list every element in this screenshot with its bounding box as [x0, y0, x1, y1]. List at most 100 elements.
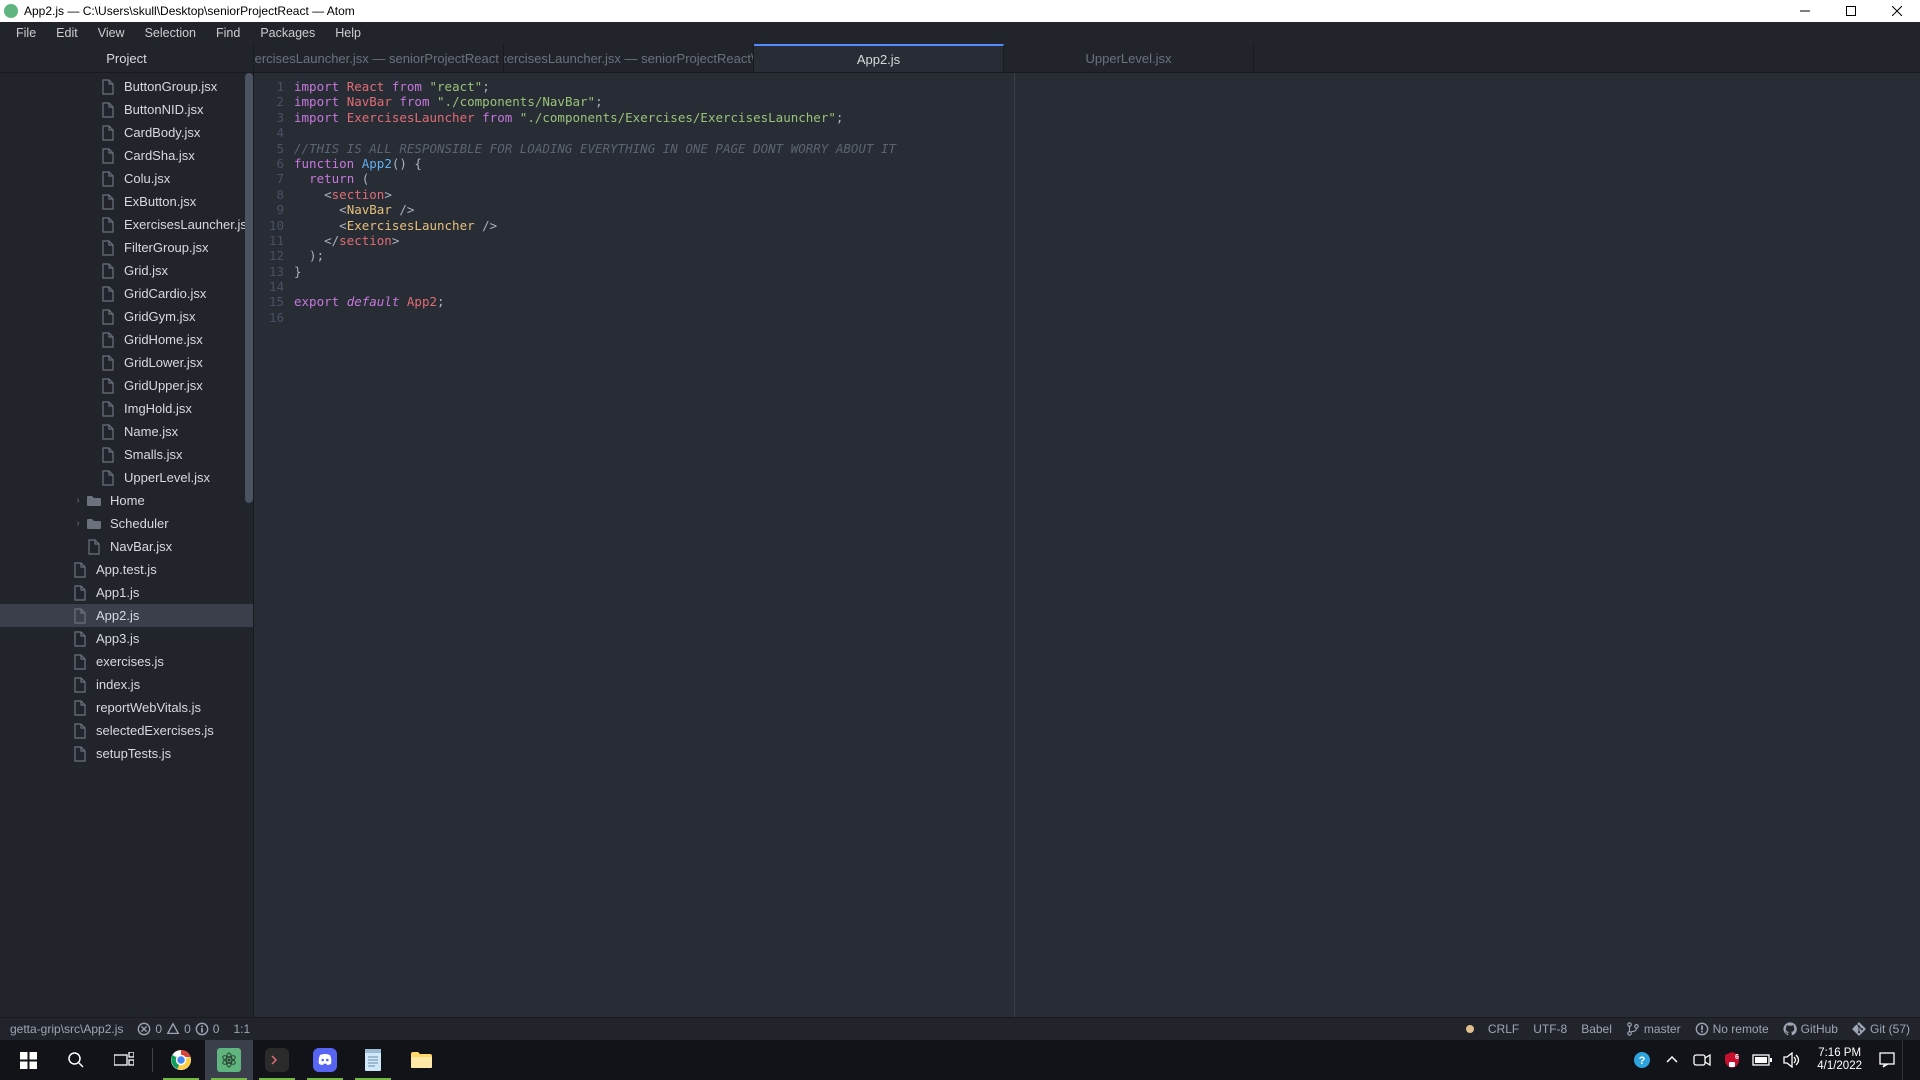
tab[interactable]: UpperLevel.jsx	[1004, 44, 1254, 72]
menu-packages[interactable]: Packages	[250, 26, 325, 40]
tree-item-label: ImgHold.jsx	[124, 401, 192, 416]
tree-item-Scheduler[interactable]: ›Scheduler	[0, 512, 253, 535]
status-diagnostics[interactable]: 0 0 0	[137, 1022, 219, 1036]
status-file-path[interactable]: getta-grip\src\App2.js	[10, 1022, 123, 1036]
svg-text:?: ?	[1639, 1055, 1646, 1067]
taskbar-search-button[interactable]	[52, 1040, 100, 1080]
tab[interactable]: App2.js	[754, 44, 1004, 72]
menu-edit[interactable]: Edit	[46, 26, 88, 40]
tree-item-Colu-jsx[interactable]: Colu.jsx	[0, 167, 253, 190]
tray-mcafee-icon[interactable]: 6	[1717, 1040, 1747, 1080]
atom-logo-icon	[4, 4, 18, 18]
tree-item-Grid-jsx[interactable]: Grid.jsx	[0, 259, 253, 282]
tree-item-GridCardio-jsx[interactable]: GridCardio.jsx	[0, 282, 253, 305]
code-area[interactable]: import React from "react";import NavBar …	[294, 73, 896, 1017]
tree-item-label: GridHome.jsx	[124, 332, 203, 347]
tree-item-label: GridLower.jsx	[124, 355, 203, 370]
tree-item-exercises-js[interactable]: exercises.js	[0, 650, 253, 673]
tree-item-Home[interactable]: ›Home	[0, 489, 253, 512]
tree-item-ButtonNID-jsx[interactable]: ButtonNID.jsx	[0, 98, 253, 121]
status-github[interactable]: GitHub	[1783, 1022, 1838, 1036]
tree-item-Smalls-jsx[interactable]: Smalls.jsx	[0, 443, 253, 466]
tree-item-label: App2.js	[96, 608, 139, 623]
tree-item-GridLower-jsx[interactable]: GridLower.jsx	[0, 351, 253, 374]
tree-item-App1-js[interactable]: App1.js	[0, 581, 253, 604]
tree-item-GridGym-jsx[interactable]: GridGym.jsx	[0, 305, 253, 328]
status-remote[interactable]: No remote	[1695, 1022, 1769, 1036]
tray-notifications-icon[interactable]	[1872, 1040, 1902, 1080]
taskbar-chrome[interactable]	[157, 1040, 205, 1080]
status-encoding[interactable]: UTF-8	[1533, 1022, 1567, 1036]
tree-item-App3-js[interactable]: App3.js	[0, 627, 253, 650]
tree-item-label: Colu.jsx	[124, 171, 170, 186]
maximize-button[interactable]	[1828, 0, 1874, 22]
tree-item-ImgHold-jsx[interactable]: ImgHold.jsx	[0, 397, 253, 420]
status-branch[interactable]: master	[1626, 1022, 1681, 1036]
tree-item-ExercisesLauncher-jsx[interactable]: ExercisesLauncher.jsx	[0, 213, 253, 236]
window-title: App2.js — C:\Users\skull\Desktop\seniorP…	[24, 4, 355, 18]
menu-view[interactable]: View	[88, 26, 135, 40]
minimize-button[interactable]	[1782, 0, 1828, 22]
tree-item-label: CardSha.jsx	[124, 148, 195, 163]
show-desktop-button[interactable]	[1902, 1040, 1916, 1080]
tree-item-label: index.js	[96, 677, 140, 692]
tree-item-selectedExercises-js[interactable]: selectedExercises.js	[0, 719, 253, 742]
taskbar-discord[interactable]	[301, 1040, 349, 1080]
tray-chevron-up-icon[interactable]	[1657, 1040, 1687, 1080]
tree-item-UpperLevel-jsx[interactable]: UpperLevel.jsx	[0, 466, 253, 489]
menu-find[interactable]: Find	[206, 26, 250, 40]
code-editor[interactable]: 12345678910111213141516 import React fro…	[254, 73, 1920, 1017]
tree-item-App-test-js[interactable]: App.test.js	[0, 558, 253, 581]
menu-file[interactable]: File	[6, 26, 46, 40]
tree-item-label: ExercisesLauncher.jsx	[124, 217, 253, 232]
tray-clock[interactable]: 7:16 PM 4/1/2022	[1807, 1047, 1872, 1073]
close-button[interactable]	[1874, 0, 1920, 22]
taskbar-file-explorer[interactable]	[397, 1040, 445, 1080]
tab[interactable]: ExercisesLauncher.jsx — seniorProjectRea…	[504, 44, 754, 72]
tab-bar: ExercisesLauncher.jsx — seniorProjectRea…	[254, 44, 1920, 73]
tree-item-GridUpper-jsx[interactable]: GridUpper.jsx	[0, 374, 253, 397]
tree-item-setupTests-js[interactable]: setupTests.js	[0, 742, 253, 765]
tree-item-App2-js[interactable]: App2.js	[0, 604, 253, 627]
file-tree[interactable]: ButtonGroup.jsx ButtonNID.jsx CardBody.jsx…	[0, 73, 253, 1017]
status-grammar[interactable]: Babel	[1581, 1022, 1612, 1036]
taskbar-atom[interactable]	[205, 1040, 253, 1080]
tree-item-CardSha-jsx[interactable]: CardSha.jsx	[0, 144, 253, 167]
status-git[interactable]: Git (57)	[1852, 1022, 1910, 1036]
tree-item-index-js[interactable]: index.js	[0, 673, 253, 696]
taskbar-terminal[interactable]	[253, 1040, 301, 1080]
tree-item-reportWebVitals-js[interactable]: reportWebVitals.js	[0, 696, 253, 719]
status-cursor[interactable]: 1:1	[233, 1022, 250, 1036]
menu-help[interactable]: Help	[325, 26, 371, 40]
tree-item-label: exercises.js	[96, 654, 164, 669]
start-button[interactable]	[4, 1040, 52, 1080]
status-line-ending[interactable]: CRLF	[1488, 1022, 1519, 1036]
tray-meet-now-icon[interactable]	[1687, 1040, 1717, 1080]
gutter: 12345678910111213141516	[254, 73, 294, 1017]
taskbar-notepad[interactable]	[349, 1040, 397, 1080]
taskbar-taskview-button[interactable]	[100, 1040, 148, 1080]
status-modified-indicator	[1466, 1025, 1474, 1033]
tree-item-label: App3.js	[96, 631, 139, 646]
tree-item-label: selectedExercises.js	[96, 723, 214, 738]
tray-volume-icon[interactable]	[1777, 1040, 1807, 1080]
tab[interactable]: ExercisesLauncher.jsx — seniorProjectRea…	[254, 44, 504, 72]
tree-scrollbar[interactable]	[245, 73, 253, 1017]
tree-item-label: Home	[110, 493, 145, 508]
tree-item-CardBody-jsx[interactable]: CardBody.jsx	[0, 121, 253, 144]
tree-item-ExButton-jsx[interactable]: ExButton.jsx	[0, 190, 253, 213]
tree-item-label: FilterGroup.jsx	[124, 240, 209, 255]
tree-item-label: ButtonNID.jsx	[124, 102, 203, 117]
tree-scrollbar-thumb[interactable]	[245, 73, 253, 503]
tray-battery-icon[interactable]	[1747, 1040, 1777, 1080]
tree-item-NavBar-jsx[interactable]: NavBar.jsx	[0, 535, 253, 558]
tree-item-Name-jsx[interactable]: Name.jsx	[0, 420, 253, 443]
menu-selection[interactable]: Selection	[135, 26, 206, 40]
tray-help-icon[interactable]: ?	[1627, 1040, 1657, 1080]
tree-item-label: Name.jsx	[124, 424, 178, 439]
tree-item-label: Scheduler	[110, 516, 169, 531]
tree-item-ButtonGroup-jsx[interactable]: ButtonGroup.jsx	[0, 75, 253, 98]
tree-item-GridHome-jsx[interactable]: GridHome.jsx	[0, 328, 253, 351]
sidebar-header: Project	[0, 44, 253, 73]
tree-item-FilterGroup-jsx[interactable]: FilterGroup.jsx	[0, 236, 253, 259]
